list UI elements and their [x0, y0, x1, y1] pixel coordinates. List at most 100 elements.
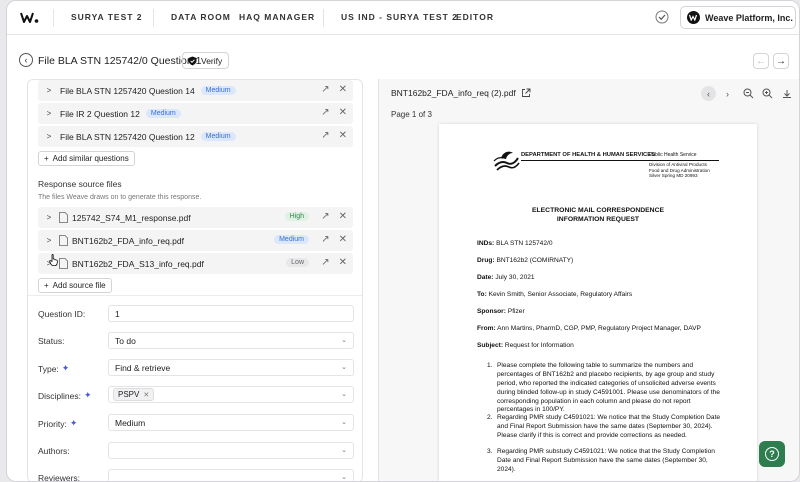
remove-chip-icon[interactable]: ✕: [143, 391, 149, 399]
response-sources-subtext: The files Weave draws on to generate thi…: [38, 194, 202, 201]
open-external-icon[interactable]: ↗: [321, 130, 329, 142]
meta-row: INDs: BLA STN 125742/0: [477, 240, 553, 249]
meta-key: Sponsor:: [477, 308, 506, 315]
similar-question-row[interactable]: > File BLA STN 1257420 Question 12 Mediu…: [38, 126, 353, 147]
meta-row: To: Kevin Smith, Senior Associate, Regul…: [477, 291, 632, 300]
open-external-icon[interactable]: [521, 88, 531, 98]
previous-question-button[interactable]: ←: [753, 53, 769, 69]
similar-question-label: File BLA STN 1257420 Question 12: [60, 131, 195, 142]
nav-item-haq-manager[interactable]: HAQ MANAGER: [239, 12, 315, 22]
question-id-input[interactable]: 1: [108, 305, 354, 322]
add-source-label: Add source file: [52, 281, 106, 290]
verify-label: Verify: [201, 55, 223, 66]
chevron-right-icon[interactable]: >: [42, 213, 56, 222]
close-icon[interactable]: ✕: [339, 107, 347, 119]
status-select[interactable]: To do ⌄: [108, 332, 354, 349]
close-icon[interactable]: ✕: [339, 211, 347, 223]
zoom-in-icon[interactable]: [760, 86, 775, 101]
next-question-button[interactable]: →: [773, 53, 789, 69]
nav-item-project[interactable]: SURYA TEST 2: [71, 12, 143, 22]
relevance-badge: Low: [286, 258, 309, 267]
division-address: Division of Antiviral Products Food and …: [649, 162, 710, 179]
meta-key: INDs:: [477, 240, 495, 247]
section-divider: [28, 295, 362, 296]
question-details-panel: > File BLA STN 1257420 Question 14 Mediu…: [27, 79, 363, 481]
request-item: 1. Please complete the following table t…: [487, 362, 727, 415]
disciplines-multiselect[interactable]: PSPV ✕ ⌄: [108, 386, 354, 403]
meta-key: Subject:: [477, 342, 504, 349]
relevance-badge: Medium: [145, 109, 181, 118]
pdf-page: DEPARTMENT OF HEALTH & HUMAN SERVICES Pu…: [439, 124, 757, 481]
source-file-row[interactable]: > 125742_S74_M1_response.pdf High ↗ ✕: [38, 207, 353, 228]
ai-sparkle-icon: ✦: [61, 363, 70, 373]
close-icon[interactable]: ✕: [339, 257, 347, 269]
meta-row: From: Ann Martins, PharmD, CGP, PMP, Reg…: [477, 325, 701, 334]
help-button[interactable]: ?: [759, 441, 785, 467]
open-external-icon[interactable]: ↗: [321, 257, 329, 269]
hhs-seal-icon: [493, 151, 520, 171]
open-external-icon[interactable]: ↗: [321, 84, 329, 96]
meta-key: Drug:: [477, 257, 495, 264]
add-source-file-button[interactable]: + Add source file: [38, 278, 112, 293]
open-external-icon[interactable]: ↗: [321, 211, 329, 223]
chevron-down-icon: ⌄: [341, 391, 347, 398]
type-label-group: Type: ✦: [38, 363, 69, 374]
chevron-down-icon: ⌄: [341, 474, 347, 481]
next-page-button[interactable]: ›: [720, 86, 735, 101]
source-file-row[interactable]: > BNT162b2_FDA_S13_info_req.pdf Low ↗ ✕: [38, 253, 353, 274]
nav-item-editor[interactable]: EDITOR: [456, 12, 494, 22]
nav-divider: [153, 9, 154, 27]
ai-sparkle-icon: ✦: [69, 418, 78, 428]
discipline-chip[interactable]: PSPV ✕: [113, 388, 155, 401]
close-icon[interactable]: ✕: [339, 130, 347, 142]
meta-value: Pfizer: [507, 308, 525, 315]
status-label: Status:: [38, 336, 65, 346]
add-similar-questions-button[interactable]: + Add similar questions: [38, 151, 135, 166]
org-switcher-button[interactable]: Weave Platform, Inc.: [680, 6, 796, 29]
type-select[interactable]: Find & retrieve ⌄: [108, 359, 354, 376]
question-id-label: Question ID:: [38, 309, 86, 319]
open-external-icon[interactable]: ↗: [321, 234, 329, 246]
similar-question-row[interactable]: > File BLA STN 1257420 Question 14 Mediu…: [38, 80, 353, 101]
previous-page-button[interactable]: ‹: [701, 86, 716, 101]
chevron-right-icon[interactable]: >: [42, 132, 56, 141]
help-icon: ?: [765, 447, 779, 461]
reviewers-select[interactable]: ⌄: [108, 469, 354, 481]
meta-value: BNT162b2 (COMIRNATY): [496, 257, 574, 264]
priority-label-group: Priority: ✦: [38, 418, 77, 429]
close-icon[interactable]: ✕: [339, 84, 347, 96]
item-text: Regarding PMR study C4591021: We notice …: [497, 414, 721, 439]
type-value: Find & retrieve: [115, 362, 171, 373]
chevron-right-icon[interactable]: >: [42, 109, 56, 118]
close-icon[interactable]: ✕: [339, 234, 347, 246]
agency-name: DEPARTMENT OF HEALTH & HUMAN SERVICES: [521, 152, 655, 158]
relevance-badge: Medium: [274, 235, 309, 244]
meta-row: Date: July 30, 2021: [477, 274, 535, 283]
file-icon: [59, 235, 68, 246]
chevron-right-icon[interactable]: >: [42, 236, 56, 245]
meta-key: Date:: [477, 274, 494, 281]
verify-button[interactable]: Verify: [182, 52, 230, 69]
pdf-viewer-panel: BNT162b2_FDA_info_req (2).pdf ‹ › Page 1…: [378, 79, 799, 481]
item-number: 1.: [487, 362, 493, 369]
weave-logo-icon[interactable]: [19, 10, 41, 26]
similar-question-row[interactable]: > File IR 2 Question 12 Medium ↗ ✕: [38, 103, 353, 124]
chevron-down-icon: ⌄: [341, 419, 347, 426]
pdf-toolbar: ‹ ›: [701, 86, 794, 101]
add-similar-label: Add similar questions: [52, 154, 129, 163]
download-icon[interactable]: [779, 86, 794, 101]
zoom-out-icon[interactable]: [741, 86, 756, 101]
meta-value: BLA STN 125742/0: [496, 240, 553, 247]
source-file-row[interactable]: > BNT162b2_FDA_info_req.pdf Medium ↗ ✕: [38, 230, 353, 251]
open-external-icon[interactable]: ↗: [321, 107, 329, 119]
division-line: Division of Antiviral Products: [649, 162, 707, 167]
back-button[interactable]: ‹: [19, 53, 33, 67]
plus-icon: +: [44, 281, 49, 290]
chevron-right-icon[interactable]: >: [42, 86, 56, 95]
nav-divider: [53, 9, 54, 27]
nav-item-data-room[interactable]: DATA ROOM: [171, 12, 231, 22]
item-number: 2.: [487, 414, 493, 421]
authors-select[interactable]: ⌄: [108, 442, 354, 459]
nav-item-submission[interactable]: US IND - SURYA TEST 2: [341, 12, 458, 22]
priority-select[interactable]: Medium ⌄: [108, 414, 354, 431]
